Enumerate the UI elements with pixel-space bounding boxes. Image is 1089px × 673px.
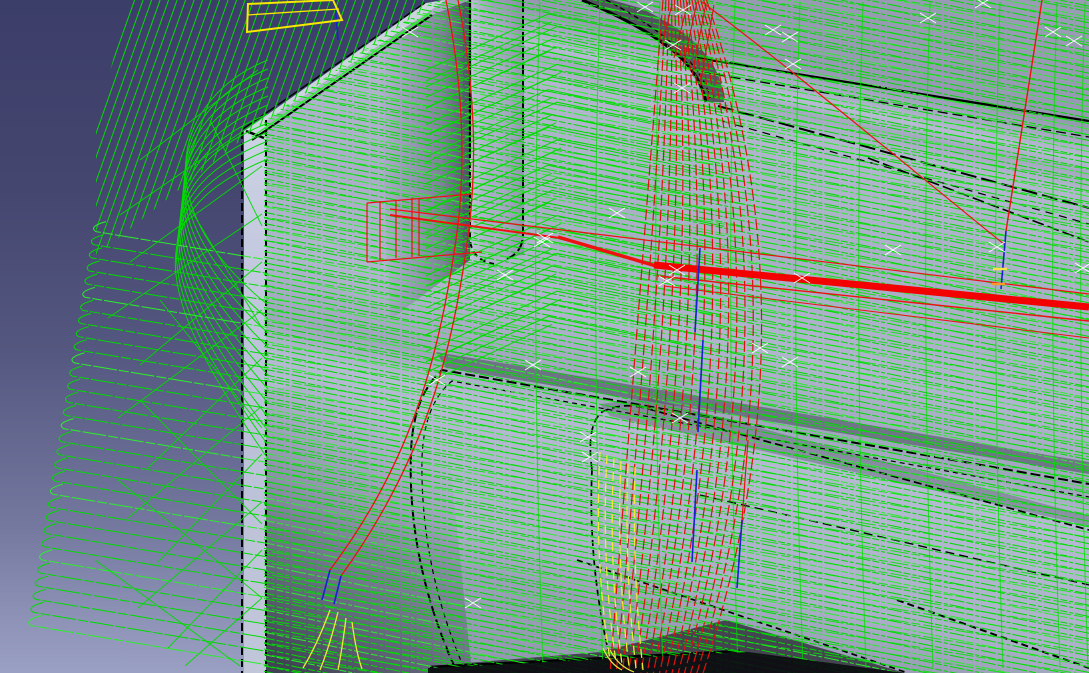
left-link-moves <box>94 69 263 667</box>
toolpath-scene-svg <box>28 0 1089 673</box>
cad-3d-viewport[interactable] <box>0 0 1089 673</box>
